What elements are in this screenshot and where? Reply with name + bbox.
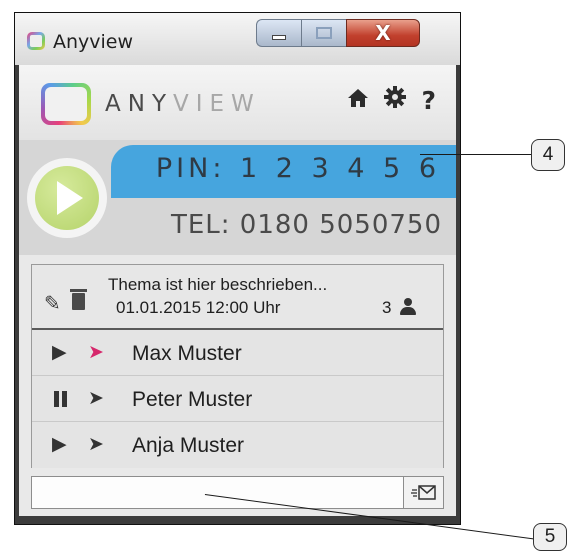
cursor-icon[interactable]: ➤	[88, 341, 104, 363]
user-icon	[399, 298, 417, 316]
gear-icon[interactable]	[383, 85, 407, 116]
minimize-button[interactable]	[256, 19, 301, 47]
pin-band: PIN: 1 2 3 4 5 6	[111, 145, 456, 198]
participant-row[interactable]: ▶ ➤ Anja Muster	[32, 422, 443, 468]
message-input[interactable]	[32, 477, 403, 508]
play-icon[interactable]: ▶	[52, 433, 67, 455]
title-bar[interactable]: Anyview X	[15, 13, 460, 65]
play-icon	[57, 181, 83, 215]
app-content: ANYVIEW ? PIN: 1 2 3 4 5 6 TEL: 0180 505…	[19, 65, 456, 516]
play-icon[interactable]: ▶	[52, 341, 67, 363]
participant-name: Max Muster	[132, 342, 242, 365]
play-button-holder	[27, 158, 107, 238]
topic-title: Thema ist hier beschrieben...	[108, 275, 328, 294]
topic-row[interactable]: ✎ Thema ist hier beschrieben... 01.01.20…	[32, 265, 443, 330]
send-button[interactable]	[403, 477, 443, 508]
participant-name: Peter Muster	[132, 388, 253, 411]
anyview-logo-icon	[41, 83, 91, 125]
callout-4: 4	[531, 139, 565, 171]
session-panel: PIN: 1 2 3 4 5 6 TEL: 0180 5050750	[19, 140, 456, 255]
app-window: Anyview X ANYVIEW ? PIN: 1 2 3 4 5 6 TEL…	[14, 12, 461, 525]
brand-wordmark: ANYVIEW	[105, 91, 261, 117]
maximize-icon	[316, 27, 332, 39]
callout-5: 5	[533, 523, 567, 551]
start-session-button[interactable]	[35, 166, 99, 230]
close-icon: X	[375, 21, 391, 45]
window-title: Anyview	[53, 31, 134, 53]
session-pin: PIN: 1 2 3 4 5 6	[155, 153, 440, 184]
callout-line-4	[420, 154, 532, 156]
header-actions: ?	[347, 85, 436, 116]
session-list: ✎ Thema ist hier beschrieben... 01.01.20…	[31, 264, 444, 468]
maximize-button[interactable]	[301, 19, 346, 47]
message-bar	[31, 476, 444, 509]
edit-icon[interactable]: ✎	[44, 291, 61, 315]
cursor-icon[interactable]: ➤	[88, 387, 104, 409]
window-controls: X	[256, 19, 420, 47]
app-header: ANYVIEW ?	[19, 65, 456, 140]
send-icon	[410, 484, 436, 500]
help-icon[interactable]: ?	[421, 86, 436, 116]
trash-icon[interactable]	[70, 289, 87, 310]
pause-icon[interactable]	[54, 391, 68, 407]
participant-name: Anja Muster	[132, 434, 245, 457]
participant-row[interactable]: ▶ ➤ Max Muster	[32, 330, 443, 376]
cursor-icon[interactable]: ➤	[88, 433, 104, 455]
home-icon[interactable]	[347, 86, 369, 116]
topic-datetime: 01.01.2015 12:00 Uhr	[116, 298, 281, 317]
participant-count: 3	[382, 298, 392, 317]
app-icon	[27, 32, 45, 50]
session-phone: TEL: 0180 5050750	[170, 210, 442, 240]
close-button[interactable]: X	[346, 19, 420, 47]
minimize-icon	[272, 34, 286, 40]
participant-row[interactable]: ➤ Peter Muster	[32, 376, 443, 422]
